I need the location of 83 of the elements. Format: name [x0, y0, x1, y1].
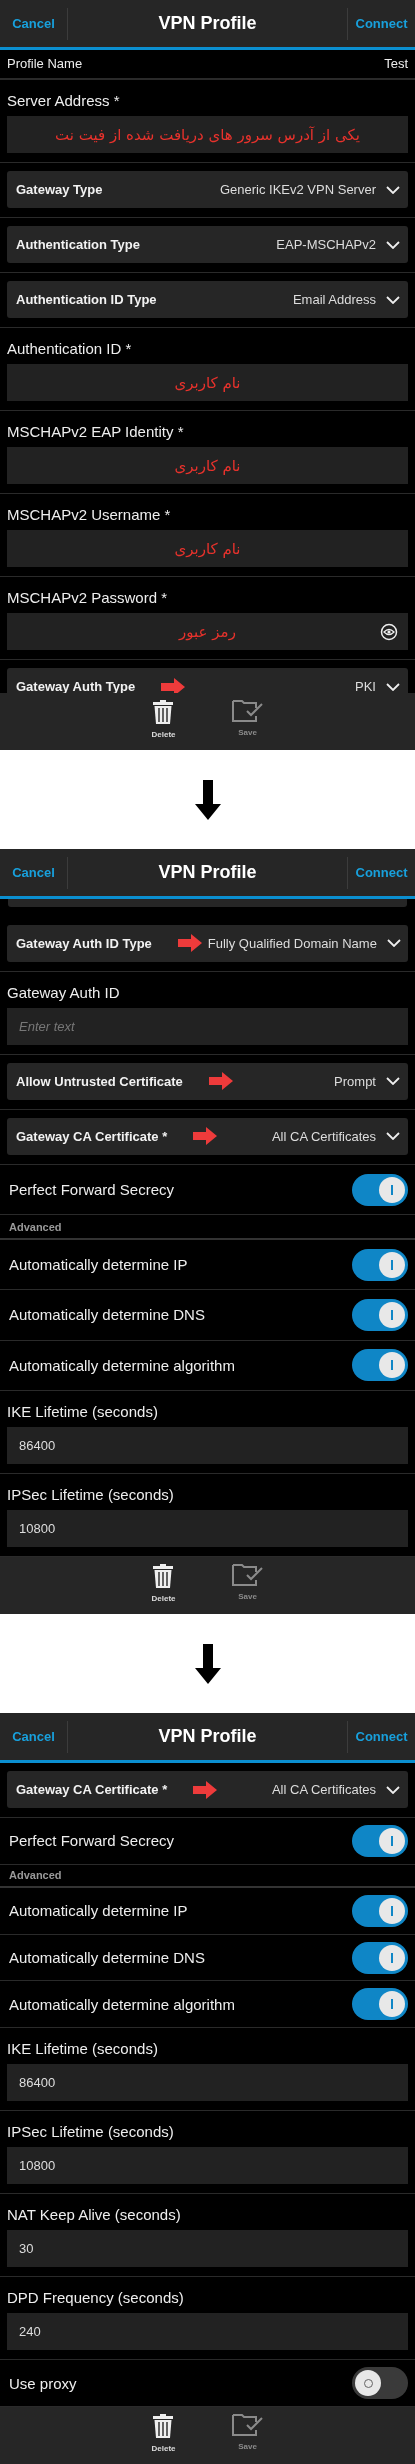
- input-field[interactable]: 86400: [7, 1426, 408, 1464]
- input-field[interactable]: نام کاربری: [7, 530, 408, 567]
- connect-button[interactable]: Connect: [347, 7, 415, 40]
- folder-check-icon: [231, 1563, 264, 1587]
- toggle-label: Automatically determine DNS: [9, 1949, 205, 1966]
- input-field[interactable]: 240: [7, 2313, 408, 2351]
- input-field[interactable]: 86400: [7, 2064, 408, 2102]
- delete-button[interactable]: Delete: [143, 693, 184, 750]
- folder-check-icon: [231, 699, 264, 723]
- section-header: Advanced: [9, 1220, 62, 1233]
- input-field[interactable]: یکی از آدرس سرور های دریافت شده از فیت نت: [7, 116, 408, 153]
- cancel-button[interactable]: Cancel: [0, 7, 68, 40]
- field-value: Test: [384, 56, 408, 71]
- chevron-down-icon: [386, 185, 400, 194]
- field-label: IKE Lifetime (seconds): [7, 1402, 159, 1420]
- input-field[interactable]: 30: [7, 2230, 408, 2268]
- toggle-label: Automatically determine algorithm: [9, 1995, 235, 2013]
- trash-icon: [152, 1563, 175, 1589]
- connect-button[interactable]: Connect: [347, 1720, 415, 1753]
- field-label: IPSec Lifetime (seconds): [7, 2123, 175, 2141]
- trash-icon: [152, 2413, 175, 2439]
- toggle-switch[interactable]: [352, 1298, 408, 1331]
- toggle-switch[interactable]: [352, 1248, 408, 1281]
- toggle-switch[interactable]: [352, 1349, 408, 1382]
- field-label: MSCHAPv2 Username *: [7, 506, 172, 523]
- chevron-down-icon: [386, 240, 400, 249]
- input-field[interactable]: نام کاربری: [7, 447, 408, 484]
- field-label: DPD Frequency (seconds): [7, 2289, 185, 2307]
- toggle-switch[interactable]: [352, 1824, 408, 1857]
- toggle-label: Automatically determine DNS: [9, 1306, 205, 1324]
- field-label: Server Address *: [7, 92, 121, 109]
- down-arrow-icon: [194, 779, 221, 820]
- field-label: NAT Keep Alive (seconds): [7, 2206, 182, 2224]
- toggle-switch[interactable]: [352, 1894, 408, 1927]
- chevron-down-icon: [386, 295, 400, 304]
- field-label: Profile Name: [7, 56, 83, 71]
- dropdown[interactable]: Gateway Auth ID Type Fully Qualified Domain Name: [7, 924, 408, 962]
- toggle-switch[interactable]: [352, 1941, 408, 1974]
- field-label: MSCHAPv2 EAP Identity *: [7, 423, 185, 440]
- chevron-down-icon: [386, 1132, 400, 1141]
- input-field[interactable]: 10800: [7, 1509, 408, 1547]
- input-field[interactable]: نام کاربری: [7, 364, 408, 401]
- eye-icon[interactable]: [380, 622, 398, 641]
- dropdown[interactable]: Gateway CA Certificate * All CA Certificates: [7, 1117, 408, 1155]
- field-label: IPSec Lifetime (seconds): [7, 1485, 175, 1503]
- toggle-switch[interactable]: [352, 2367, 408, 2400]
- cancel-button[interactable]: Cancel: [0, 1720, 68, 1753]
- toggle-label: Automatically determine IP: [9, 1256, 188, 1274]
- toggle-label: Perfect Forward Secrecy: [9, 1832, 175, 1850]
- folder-check-icon: [231, 2413, 264, 2437]
- field-label: Gateway Auth ID: [7, 983, 121, 1001]
- toggle-label: Perfect Forward Secrecy: [9, 1181, 175, 1199]
- page-title: VPN Profile: [157, 1726, 258, 1747]
- section-header: Advanced: [9, 1869, 62, 1882]
- field-label: MSCHAPv2 Password *: [7, 589, 169, 606]
- down-arrow-icon: [194, 1643, 221, 1684]
- chevron-down-icon: [386, 939, 401, 948]
- cancel-button[interactable]: Cancel: [0, 856, 68, 889]
- trash-icon: [152, 699, 175, 725]
- page-title: VPN Profile: [157, 13, 258, 34]
- dropdown[interactable]: Gateway CA Certificate * All CA Certificates: [7, 1771, 408, 1808]
- toggle-label: Use proxy: [9, 2374, 77, 2392]
- toggle-switch[interactable]: [352, 1173, 408, 1206]
- field-label: Authentication ID *: [7, 340, 133, 357]
- connect-button[interactable]: Connect: [347, 856, 415, 889]
- toggle-label: Automatically determine algorithm: [9, 1356, 235, 1374]
- dropdown[interactable]: Authentication ID Type Email Address: [7, 281, 408, 318]
- chevron-down-icon: [386, 682, 400, 691]
- delete-button[interactable]: Delete: [143, 1557, 184, 1614]
- field-label: IKE Lifetime (seconds): [7, 2040, 159, 2058]
- delete-button[interactable]: Delete: [143, 2407, 184, 2464]
- chevron-down-icon: [386, 1077, 400, 1086]
- input-field[interactable]: Enter text: [7, 1007, 408, 1045]
- dropdown[interactable]: Allow Untrusted Certificate Prompt: [7, 1062, 408, 1100]
- toggle-label: Automatically determine IP: [9, 1902, 188, 1920]
- dropdown[interactable]: Authentication Type EAP-MSCHAPv2: [7, 226, 408, 263]
- toggle-switch[interactable]: [352, 1988, 408, 2021]
- dropdown[interactable]: Gateway Type Generic IKEv2 VPN Server: [7, 171, 408, 208]
- password-field[interactable]: رمز عبور: [7, 613, 408, 650]
- dropdown[interactable]: Gateway Auth Type PKI: [7, 668, 408, 693]
- page-title: VPN Profile: [157, 862, 258, 883]
- chevron-down-icon: [386, 1785, 400, 1794]
- input-field[interactable]: 10800: [7, 2147, 408, 2185]
